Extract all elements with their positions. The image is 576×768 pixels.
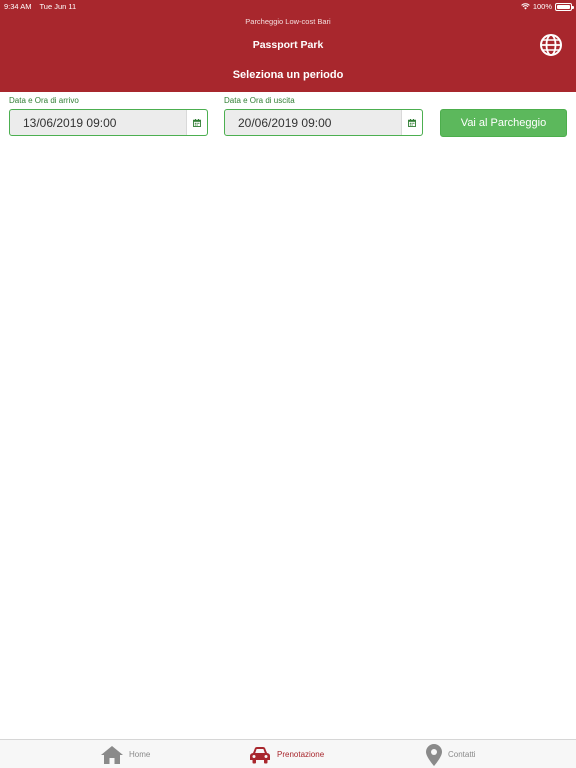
section-title: Seleziona un periodo [232,69,344,81]
wifi-icon [521,3,530,10]
arrival-calendar-button[interactable] [186,110,207,135]
page-title: Passport Park [252,39,324,51]
globe-icon[interactable] [539,33,563,57]
departure-date-input[interactable] [225,110,401,135]
battery-percent: 100% [532,2,552,11]
car-icon [250,746,270,763]
map-pin-icon [426,743,442,766]
home-icon [101,745,123,764]
status-bar: 9:34 AM Tue Jun 11 100% [0,0,576,12]
calendar-icon [408,118,416,127]
departure-date-field[interactable] [224,109,423,136]
status-date: Tue Jun 11 [39,2,77,11]
go-to-parking-button[interactable]: Vai al Parcheggio [440,109,567,137]
status-right: 100% [521,2,574,11]
tab-contacts[interactable]: Contatti [426,740,476,768]
tab-booking[interactable]: Prenotazione [249,740,324,768]
tab-booking-label: Prenotazione [277,750,325,759]
arrival-date-input[interactable] [10,110,186,135]
calendar-icon [193,118,201,127]
tab-home-label: Home [129,750,151,759]
departure-label: Data e Ora di uscita [224,96,295,105]
battery-icon [555,2,574,11]
tab-bar: Home Prenotazione Contatti [0,739,576,768]
arrival-date-field[interactable] [9,109,208,136]
status-time: 9:34 AM [4,2,32,11]
header-subtitle: Parcheggio Low-cost Bari [245,17,331,26]
departure-calendar-button[interactable] [401,110,422,135]
tab-contacts-label: Contatti [448,750,476,759]
arrival-label: Data e Ora di arrivo [9,96,79,105]
tab-home[interactable]: Home [101,740,150,768]
status-left: 9:34 AM Tue Jun 11 [4,2,82,11]
header: 9:34 AM Tue Jun 11 100% Parcheggio Low-c… [0,0,576,92]
app-screen: 9:34 AM Tue Jun 11 100% Parcheggio Low-c… [0,0,576,768]
